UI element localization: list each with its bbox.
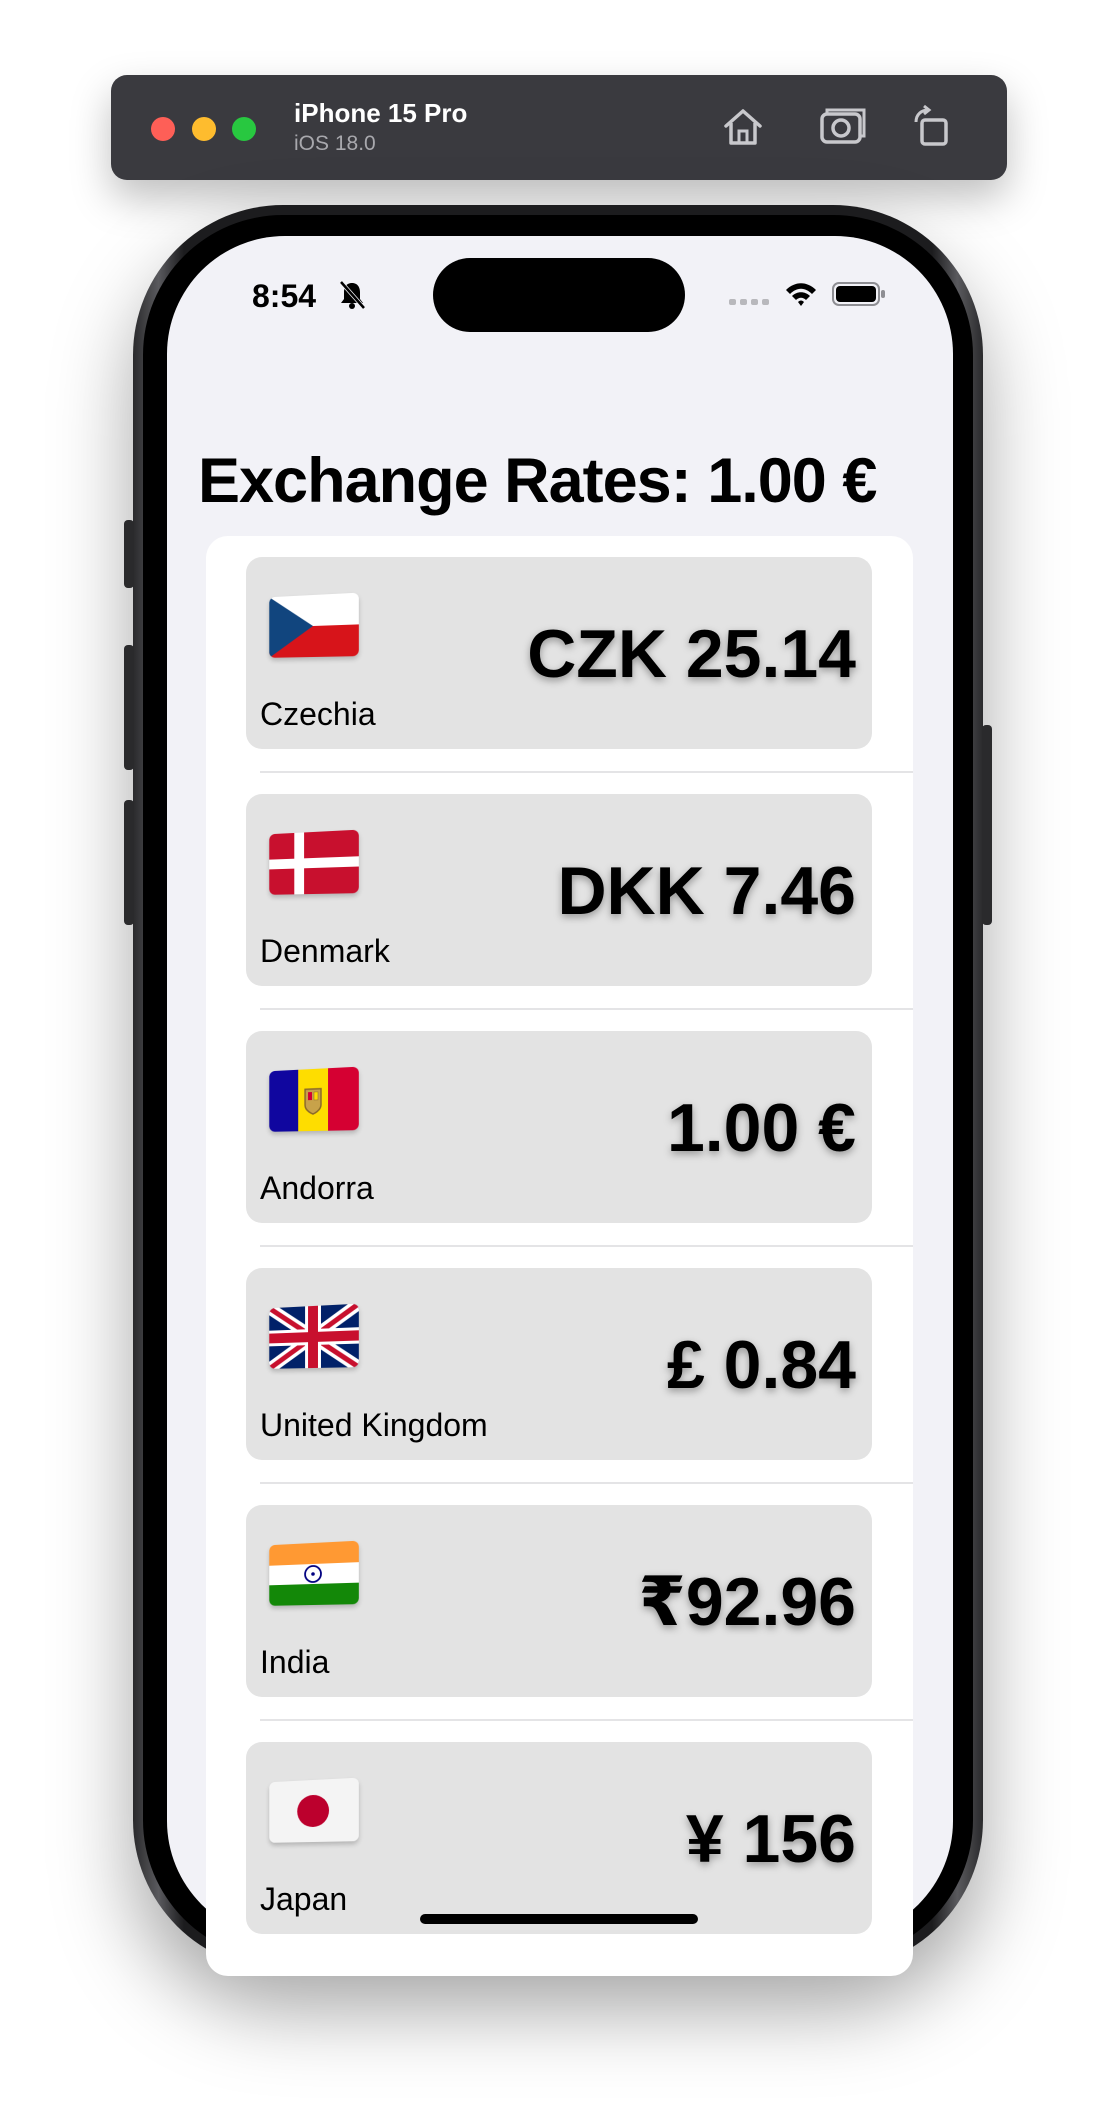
country-name: Japan: [260, 1881, 348, 1917]
device-os-version: iOS 18.0: [294, 132, 376, 155]
country-name: India: [260, 1644, 330, 1680]
zoom-window-button[interactable]: [232, 117, 256, 141]
home-icon: [724, 109, 762, 145]
exchange-rate: ₹92.96: [638, 1564, 856, 1640]
status-time: 8:54: [252, 278, 317, 314]
rate-row-united-kingdom[interactable]: United Kingdom £ 0.84: [246, 1268, 872, 1460]
row-separator: [260, 771, 913, 773]
row-separator: [260, 1719, 913, 1721]
exchange-rate: DKK 7.46: [557, 853, 856, 929]
page-title: Exchange Rates: 1.00 €: [198, 446, 877, 516]
row-separator: [260, 1245, 913, 1247]
rate-row-denmark[interactable]: Denmark DKK 7.46: [246, 794, 872, 986]
flag-uk-icon: [269, 1303, 359, 1369]
rotate-button[interactable]: [908, 102, 958, 152]
home-indicator[interactable]: [420, 1914, 698, 1924]
flag-czechia-icon: [269, 592, 359, 658]
screenshot-button[interactable]: [818, 102, 868, 152]
wifi-icon: [786, 283, 816, 306]
exchange-rate: 1.00 €: [666, 1090, 856, 1166]
dynamic-island: [433, 258, 685, 332]
rate-row-india[interactable]: India ₹92.96: [246, 1505, 872, 1697]
rate-row-japan[interactable]: Japan ¥ 156: [246, 1742, 872, 1934]
exchange-rate: CZK 25.14: [527, 616, 856, 692]
rate-row-andorra[interactable]: Andorra 1.00 €: [246, 1031, 872, 1223]
power-button: [982, 725, 992, 925]
cellular-icon: [729, 299, 769, 305]
battery-icon: [832, 282, 885, 306]
flag-denmark-icon: [269, 829, 359, 895]
bell-slash-icon: [339, 280, 366, 310]
rate-row-czechia[interactable]: Czechia CZK 25.14: [246, 557, 872, 749]
volume-down-button: [124, 800, 134, 925]
exchange-rate: £ 0.84: [666, 1327, 856, 1403]
screenshot-icon: [820, 108, 866, 144]
exchange-rate: ¥ 156: [685, 1801, 856, 1877]
country-name: Andorra: [260, 1170, 374, 1206]
flag-andorra-icon: [269, 1066, 359, 1132]
close-window-button[interactable]: [151, 117, 175, 141]
home-button[interactable]: [718, 102, 768, 152]
flag-japan-icon: [269, 1777, 359, 1843]
rotate-icon: [914, 104, 948, 146]
row-separator: [260, 1008, 913, 1010]
minimize-window-button[interactable]: [192, 117, 216, 141]
row-separator: [260, 1482, 913, 1484]
country-name: Czechia: [260, 696, 376, 732]
volume-up-button: [124, 645, 134, 770]
action-button: [124, 520, 134, 588]
flag-india-icon: [269, 1540, 359, 1606]
country-name: United Kingdom: [260, 1407, 488, 1443]
country-name: Denmark: [260, 933, 390, 969]
device-name: iPhone 15 Pro: [294, 98, 468, 128]
